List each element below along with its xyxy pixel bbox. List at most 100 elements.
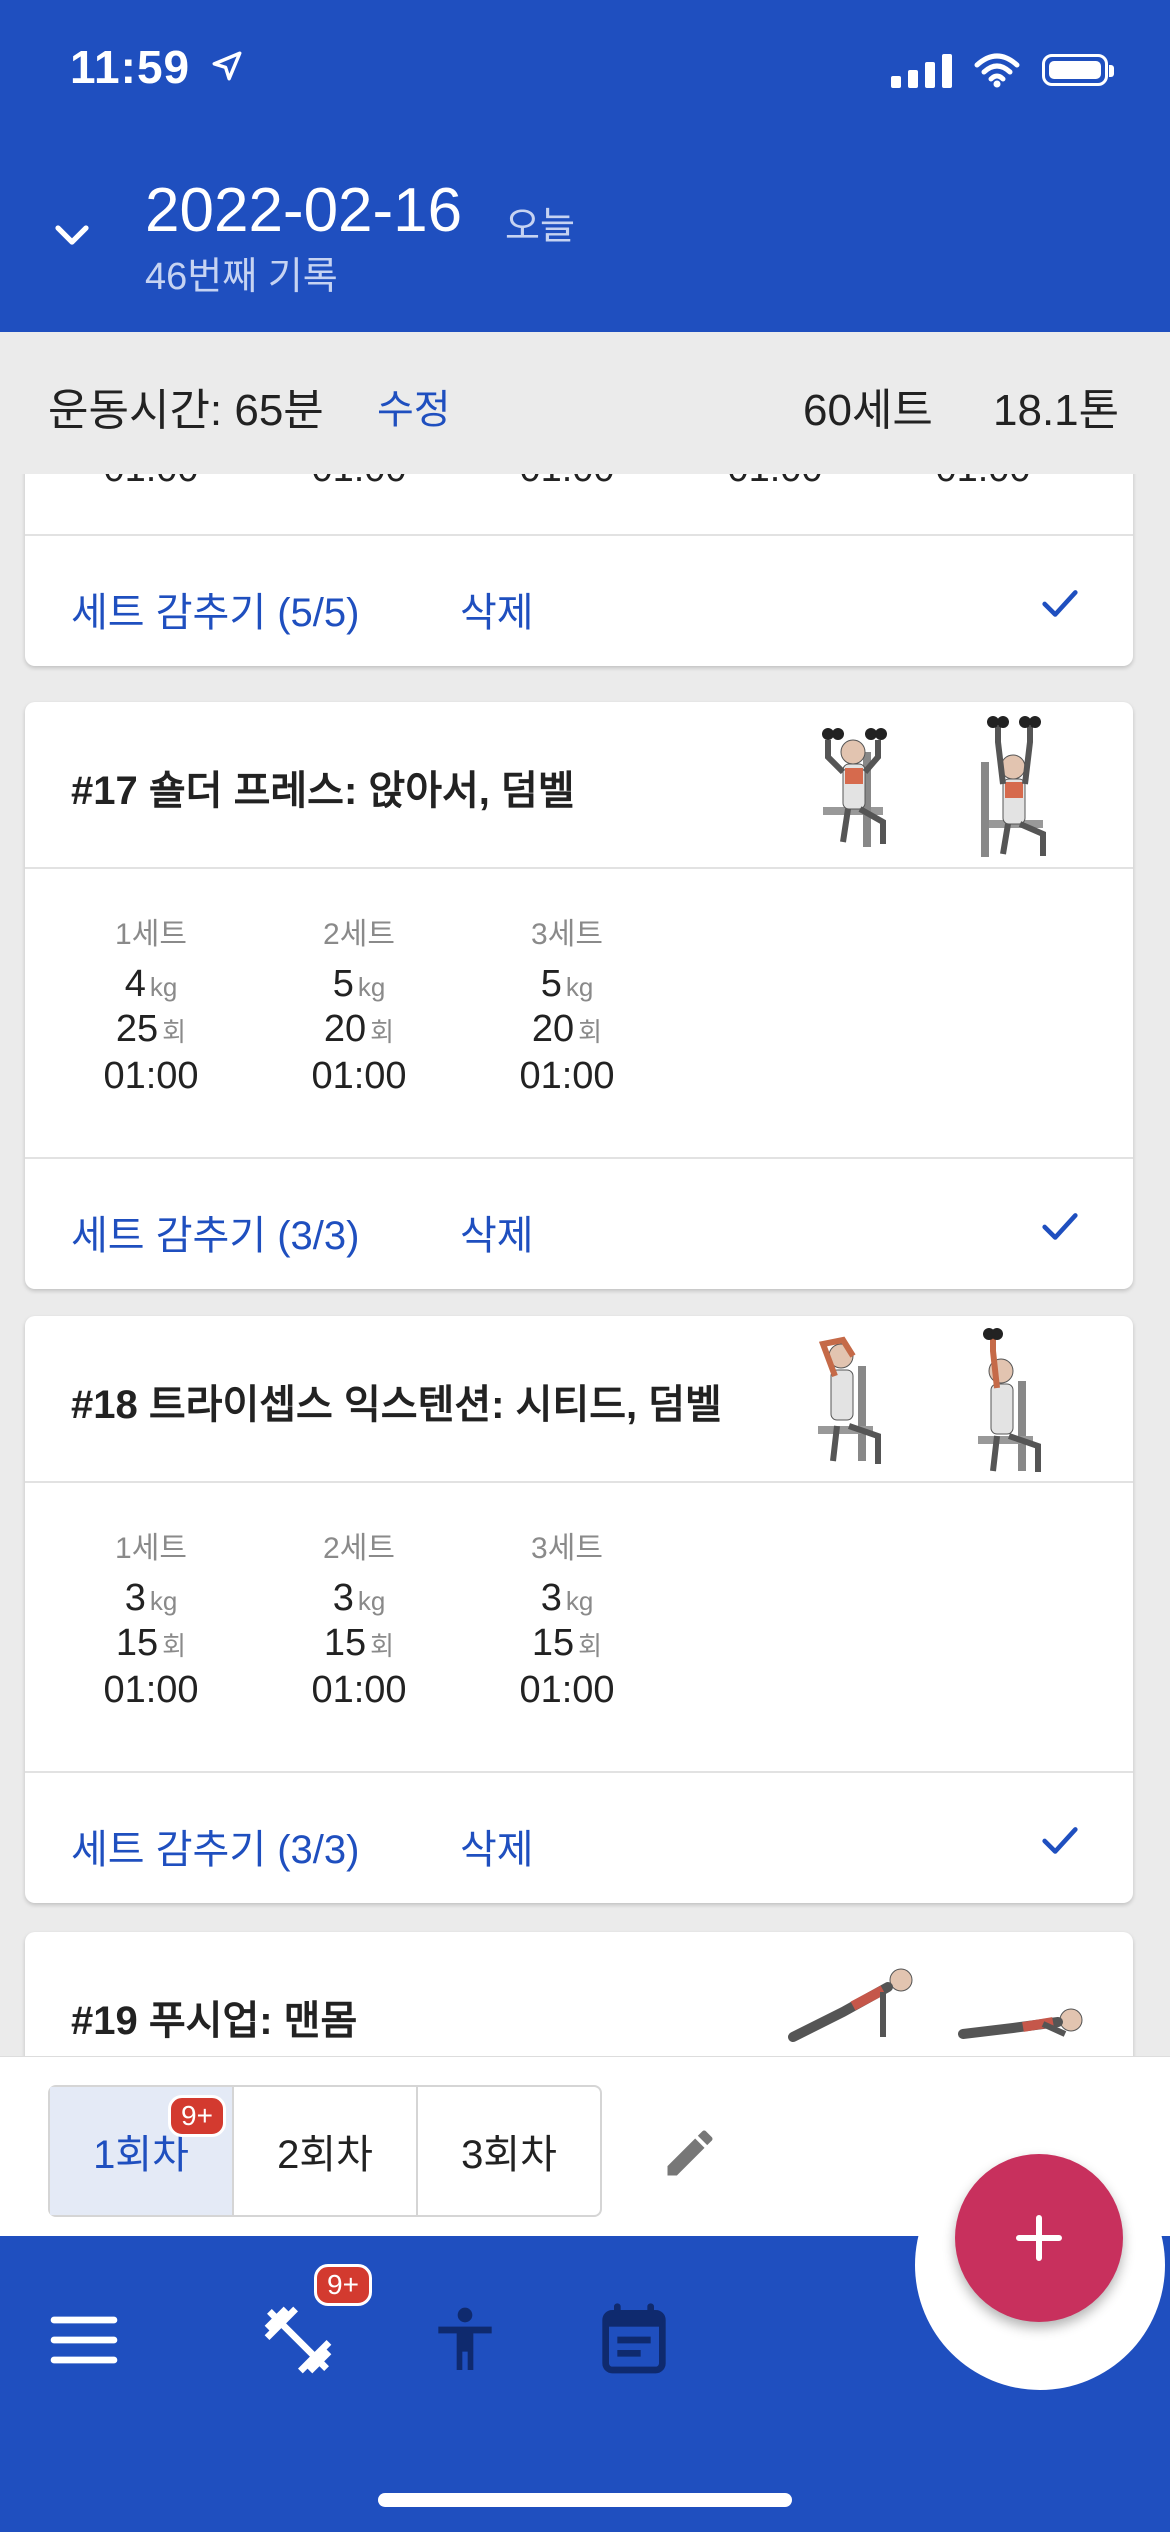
triceps-extension-start-icon (818, 1336, 881, 1464)
calendar-icon[interactable] (594, 2300, 674, 2380)
check-icon[interactable] (1037, 580, 1083, 626)
round-tab-label: 2회차 (277, 2133, 373, 2177)
exercise-title: #18 트라이셉스 익스텐션: 시티드, 덤벨 (71, 1383, 722, 1427)
set-weight: 5 (332, 963, 354, 1005)
set-time: 01:00 (519, 1669, 615, 1711)
set-time: 01:00 (103, 1669, 199, 1711)
exercise-title: #19 푸시업: 맨몸 (71, 1999, 358, 2043)
menu-icon[interactable] (44, 2300, 124, 2380)
unit-kg: kg (357, 972, 386, 1002)
check-icon[interactable] (1037, 1203, 1083, 1249)
set-label: 2세트 (323, 918, 395, 951)
exercise-illustration (803, 1326, 1093, 1476)
unit-kg: kg (565, 972, 594, 1002)
unit-reps: 회 (370, 1631, 395, 1661)
set-reps: 20 (531, 1008, 575, 1050)
unit-kg: kg (565, 1586, 594, 1616)
card-actions: 세트 감추기 (5/5) 삭제 (25, 536, 1133, 666)
edit-time-button[interactable]: 수정 (377, 377, 451, 435)
set-column[interactable]: 2세트 3 kg 15 회 01:00 (279, 1523, 439, 1712)
card-header[interactable]: #19 푸시업: 맨몸 (25, 1932, 1133, 2056)
status-time: 11:59 (70, 40, 244, 94)
set-time: 01:00 (695, 474, 855, 491)
set-label: 1세트 (115, 918, 187, 951)
exercise-card-16: 01:00 01:00 01:00 01:00 01:00 세트 감추기 (5/… (25, 474, 1133, 666)
person-icon[interactable] (425, 2300, 505, 2380)
delete-button[interactable]: 삭제 (460, 580, 534, 638)
exercise-illustration (783, 1942, 1093, 2052)
app-header: 11:59 2022-02-16 오늘 46번째 기록 (0, 0, 1170, 332)
chevron-down-icon[interactable] (48, 210, 96, 258)
status-time-text: 11:59 (70, 41, 191, 93)
set-time: 01:00 (279, 474, 439, 491)
unit-reps: 회 (162, 1631, 187, 1661)
home-indicator (378, 2493, 792, 2507)
set-label: 3세트 (531, 1532, 603, 1565)
workout-summary: 운동시간: 65분 수정 60세트 18.1톤 (0, 332, 1170, 474)
add-exercise-button[interactable] (955, 2154, 1123, 2322)
wifi-icon (974, 53, 1020, 88)
sets-row: 1세트 4 kg 25 회 01:00 2세트 5 kg 20 회 01:00 3세트 … (25, 869, 1133, 1159)
status-icons (891, 52, 1114, 88)
set-reps: 25 (115, 1008, 159, 1050)
pencil-icon[interactable] (660, 2123, 720, 2183)
round-badge: 9+ (168, 2095, 226, 2137)
set-weight: 5 (540, 963, 562, 1005)
cellular-signal-icon (891, 52, 952, 88)
exercise-card-18: #18 트라이셉스 익스텐션: 시티드, 덤벨 1세트 3 kg 15 회 01… (25, 1316, 1133, 1903)
exercise-title: #17 숄더 프레스: 앉아서, 덤벨 (71, 769, 575, 813)
set-weight: 3 (124, 1577, 146, 1619)
dumbbell-icon[interactable] (258, 2300, 338, 2380)
set-column[interactable]: 3세트 3 kg 15 회 01:00 (487, 1523, 647, 1712)
nav-badge: 9+ (314, 2264, 372, 2306)
set-column[interactable]: 1세트 4 kg 25 회 01:00 (71, 909, 231, 1098)
set-weight: 3 (332, 1577, 354, 1619)
hide-sets-button[interactable]: 세트 감추기 (5/5) (71, 580, 359, 638)
card-actions: 세트 감추기 (3/3) 삭제 (25, 1159, 1133, 1289)
shoulder-press-end-icon (981, 716, 1046, 857)
unit-reps: 회 (578, 1631, 603, 1661)
delete-button[interactable]: 삭제 (460, 1203, 534, 1261)
workout-time: 운동시간: 65분 (48, 386, 324, 435)
today-label: 오늘 (505, 206, 575, 248)
tab-round-1[interactable]: 1회차 9+ (50, 2087, 234, 2215)
set-label: 1세트 (115, 1532, 187, 1565)
plus-icon (1016, 2215, 1062, 2261)
set-reps: 15 (115, 1622, 159, 1664)
set-time: 01:00 (903, 474, 1063, 491)
card-actions: 세트 감추기 (3/3) 삭제 (25, 1773, 1133, 1903)
exercise-list[interactable]: 01:00 01:00 01:00 01:00 01:00 세트 감추기 (5/… (0, 474, 1170, 2056)
location-arrow-icon (210, 48, 244, 92)
exercise-card-17: #17 숄더 프레스: 앉아서, 덤벨 1세트 4 kg 25 회 01:00 … (25, 702, 1133, 1289)
triceps-extension-end-icon (978, 1328, 1041, 1472)
check-icon[interactable] (1037, 1817, 1083, 1863)
set-weight: 4 (124, 963, 146, 1005)
pushup-start-icon (788, 1968, 913, 2042)
record-count: 46번째 기록 (145, 256, 338, 298)
set-time: 01:00 (71, 474, 231, 491)
unit-kg: kg (357, 1586, 386, 1616)
tab-round-3[interactable]: 3회차 (418, 2087, 600, 2215)
sets-row: 1세트 3 kg 15 회 01:00 2세트 3 kg 15 회 01:00 3세트 … (25, 1483, 1133, 1773)
tab-round-2[interactable]: 2회차 (234, 2087, 418, 2215)
set-time: 01:00 (487, 474, 647, 491)
set-reps: 15 (323, 1622, 367, 1664)
set-reps: 15 (531, 1622, 575, 1664)
set-reps: 20 (323, 1008, 367, 1050)
round-tab-label: 3회차 (461, 2133, 557, 2177)
total-sets: 60세트 (803, 386, 933, 435)
hide-sets-button[interactable]: 세트 감추기 (3/3) (71, 1817, 359, 1875)
unit-reps: 회 (370, 1017, 395, 1047)
set-column[interactable]: 1세트 3 kg 15 회 01:00 (71, 1523, 231, 1712)
delete-button[interactable]: 삭제 (460, 1817, 534, 1875)
exercise-card-19: #19 푸시업: 맨몸 (25, 1932, 1133, 2056)
pushup-end-icon (958, 2008, 1083, 2039)
shoulder-press-start-icon (822, 728, 887, 847)
card-header[interactable]: #17 숄더 프레스: 앉아서, 덤벨 (25, 702, 1133, 869)
hide-sets-button[interactable]: 세트 감추기 (3/3) (71, 1203, 359, 1261)
set-column[interactable]: 3세트 5 kg 20 회 01:00 (487, 909, 647, 1098)
sets-row: 01:00 01:00 01:00 01:00 01:00 (25, 474, 1133, 536)
card-header[interactable]: #18 트라이셉스 익스텐션: 시티드, 덤벨 (25, 1316, 1133, 1483)
total-weight: 18.1톤 (993, 386, 1120, 435)
set-column[interactable]: 2세트 5 kg 20 회 01:00 (279, 909, 439, 1098)
